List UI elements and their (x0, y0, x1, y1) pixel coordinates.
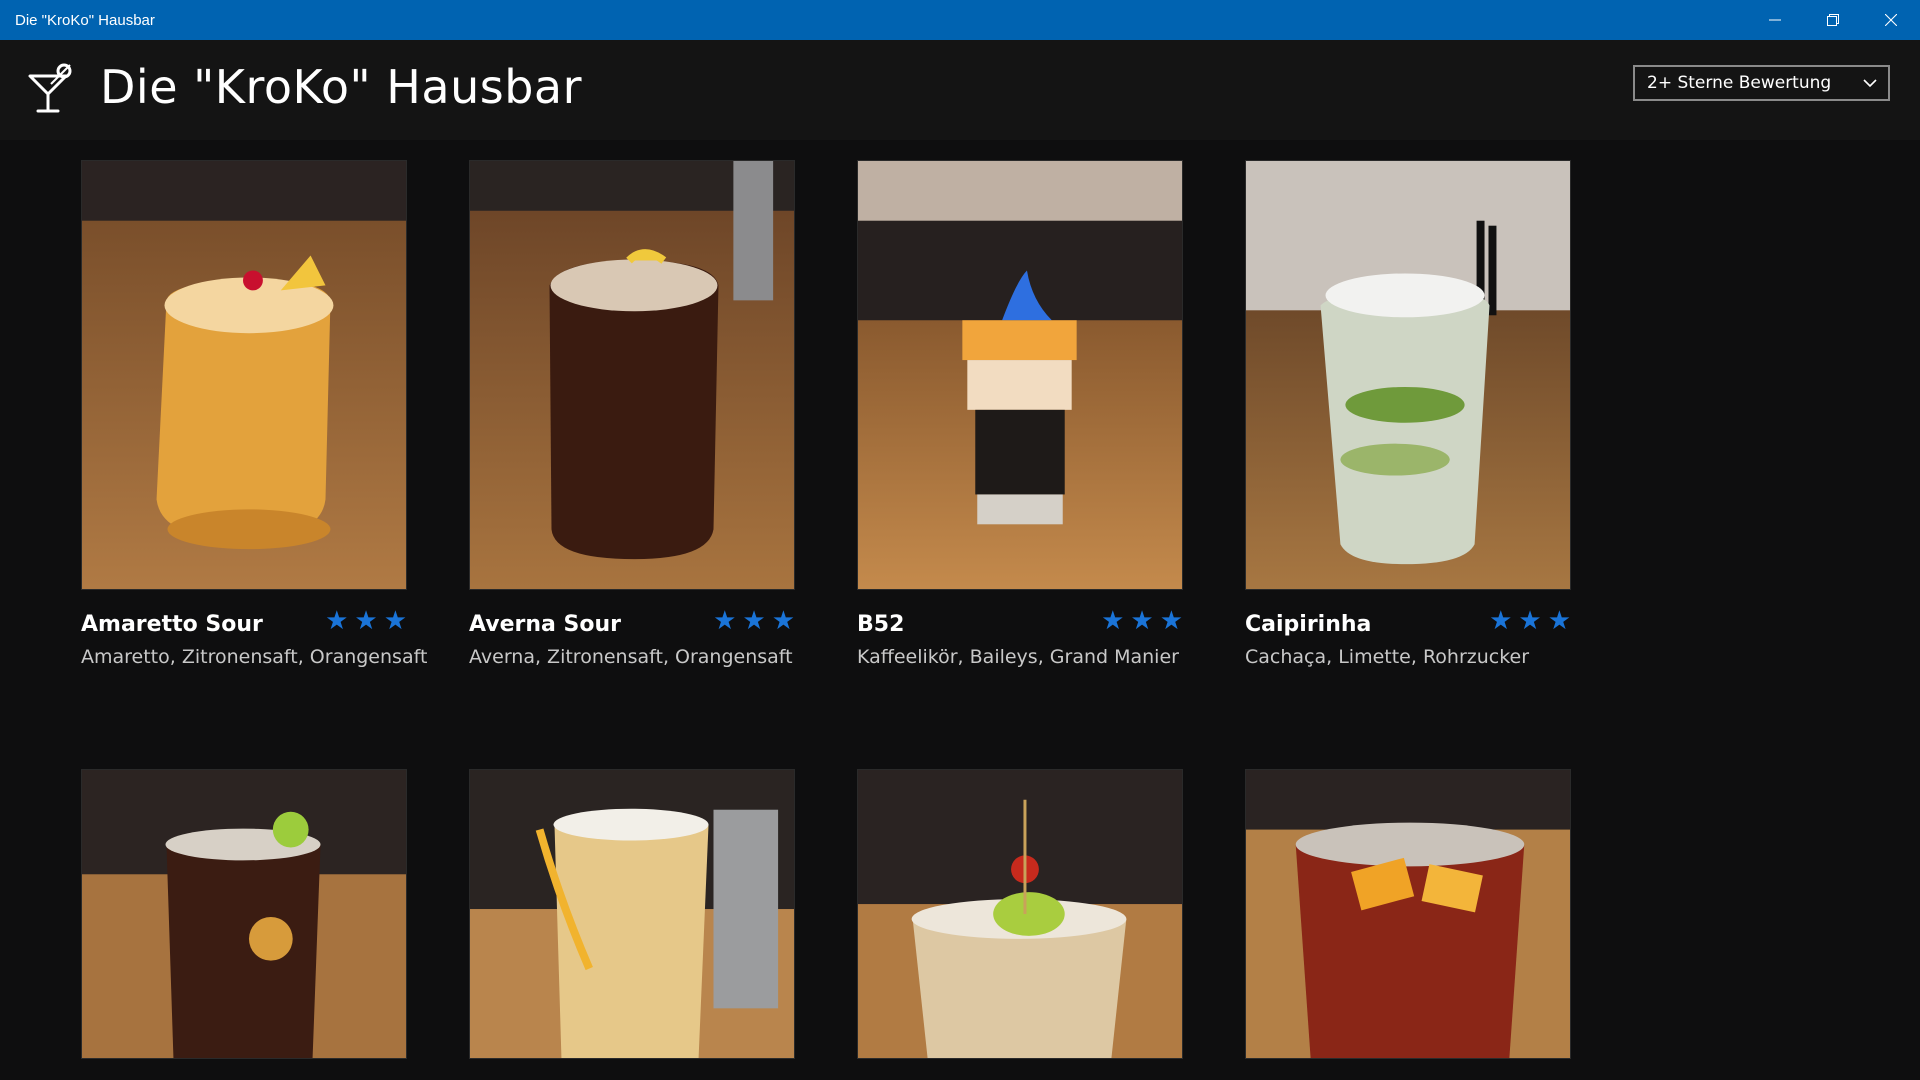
star-icon: ★ (1159, 606, 1183, 636)
page-title: Die "KroKo" Hausbar (100, 60, 582, 114)
minimize-button[interactable] (1746, 0, 1804, 40)
star-icon: ★ (1518, 606, 1542, 636)
chevron-down-icon (1863, 79, 1877, 88)
cocktail-photo (469, 769, 795, 1059)
cocktail-photo (857, 769, 1183, 1059)
cocktail-photo (469, 160, 795, 590)
cocktail-ingredients: Cachaça, Limette, Rohrzucker (1245, 646, 1530, 668)
rating-stars: ★ ★ ★ (713, 608, 795, 634)
star-icon: ★ (771, 606, 795, 636)
cocktail-photo (1245, 769, 1571, 1059)
close-icon (1885, 14, 1897, 26)
cocktail-name: B52 (857, 612, 905, 637)
star-icon: ★ (1130, 606, 1154, 636)
window-title: Die "KroKo" Hausbar (15, 11, 155, 29)
cocktail-photo (857, 160, 1183, 590)
close-button[interactable] (1862, 0, 1920, 40)
cocktail-name: Amaretto Sour (81, 612, 263, 637)
cocktail-glass-icon (28, 63, 72, 113)
star-icon: ★ (354, 606, 378, 636)
cocktail-photo (81, 769, 407, 1059)
restore-button[interactable] (1804, 0, 1862, 40)
star-icon: ★ (383, 606, 407, 636)
cocktail-ingredients: Kaffeelikör, Baileys, Grand Manier (857, 646, 1179, 668)
window-titlebar: Die "KroKo" Hausbar (0, 0, 1920, 40)
minimize-icon (1769, 19, 1781, 21)
star-icon: ★ (1547, 606, 1571, 636)
star-icon: ★ (742, 606, 766, 636)
cocktail-photo (1245, 160, 1571, 590)
cocktail-name: Averna Sour (469, 612, 621, 637)
restore-icon (1827, 14, 1839, 26)
window-controls (1746, 0, 1920, 40)
cocktail-photo (81, 160, 407, 590)
app-header: Die "KroKo" Hausbar 2+ Sterne Bewertung (0, 40, 1920, 140)
cocktail-ingredients: Averna, Zitronensaft, Orangensaft (469, 646, 793, 668)
rating-stars: ★ ★ ★ (1489, 608, 1571, 634)
cocktail-grid: Amaretto Sour ★ ★ ★ Amaretto, Zitronensaft… (0, 140, 1920, 1080)
star-icon: ★ (1101, 606, 1125, 636)
rating-filter-selected: 2+ Sterne Bewertung (1647, 73, 1832, 93)
star-icon: ★ (325, 606, 349, 636)
rating-stars: ★ ★ ★ (1101, 608, 1183, 634)
star-icon: ★ (1489, 606, 1513, 636)
cocktail-name: Caipirinha (1245, 612, 1372, 637)
star-icon: ★ (713, 606, 737, 636)
rating-stars: ★ ★ ★ (325, 608, 407, 634)
cocktail-ingredients: Amaretto, Zitronensaft, Orangensaft (81, 646, 428, 668)
rating-filter-dropdown[interactable]: 2+ Sterne Bewertung (1633, 65, 1890, 101)
